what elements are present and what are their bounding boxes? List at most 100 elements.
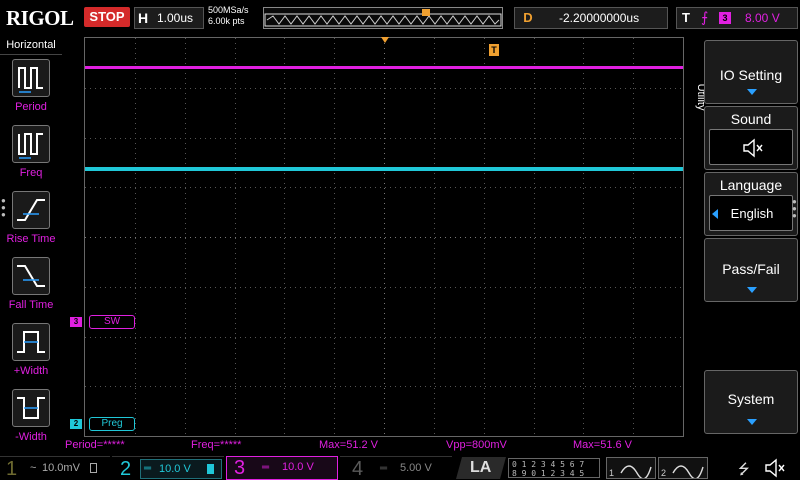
measure-negative-width[interactable]: -Width — [0, 389, 62, 455]
horizontal-measure-panel: Horizontal Period Freq ● ● ● Rise Time Fal… — [0, 37, 62, 456]
language-value: English — [730, 206, 774, 221]
chevron-down-icon — [747, 419, 757, 425]
utility-menu-panel: Utility IO Setting Sound Language Englis… — [686, 37, 800, 456]
waveform-display[interactable]: T SW Preg — [84, 37, 684, 437]
dc-coupling-icon: ═ — [262, 462, 270, 473]
measure-fall-time[interactable]: Fall Time — [0, 257, 62, 323]
delay-letter: D — [523, 10, 533, 25]
utility-tab[interactable]: Utility — [686, 61, 707, 131]
speaker-muted-icon — [743, 138, 763, 158]
brand-logo: RIGOL — [6, 6, 74, 30]
io-setting-label: IO Setting — [719, 67, 783, 83]
period-label: Period — [15, 101, 47, 113]
trigger-level: 8.00 V — [745, 11, 780, 25]
dc-coupling-icon: ═ — [380, 463, 388, 474]
utility-tab-label: Utility — [695, 84, 704, 111]
memory-overview-waveform — [264, 9, 502, 27]
memory-overview-bar[interactable] — [263, 7, 503, 29]
bandwidth-limit-icon — [90, 463, 97, 473]
rise-time-icon — [12, 191, 50, 229]
period-result[interactable]: Period=***** — [65, 439, 125, 451]
scroll-dots-right: ● ● ● — [792, 197, 797, 220]
io-setting-button[interactable]: IO Setting — [704, 40, 798, 104]
negative-width-label: -Width — [15, 431, 47, 443]
bandwidth-limit-icon — [207, 464, 214, 474]
ch2-scale-box: ═ 10.0 V — [140, 459, 222, 479]
system-button[interactable]: System — [704, 370, 798, 434]
math-wave-icon — [672, 465, 704, 478]
la-label: LA — [470, 459, 492, 476]
trigger-box[interactable]: T ⨍ 3 8.00 V — [676, 7, 798, 29]
ch1-scale: 10.0mV — [42, 462, 80, 474]
ch3-label-tag[interactable]: SW — [89, 315, 135, 329]
rising-edge-icon: ⨍ — [701, 9, 709, 25]
speaker-muted-icon — [765, 458, 785, 478]
measure-positive-width[interactable]: +Width — [0, 323, 62, 389]
acquisition-info: 500MSa/s 6.00k pts — [208, 5, 249, 27]
trigger-position-arrow — [381, 37, 389, 43]
max-result-1[interactable]: Max=51.2 V — [319, 439, 378, 451]
ch3-offset-marker[interactable]: 3 — [70, 317, 82, 327]
measurement-results: Period=***** Freq=***** Max=51.2 V Vpp=8… — [62, 437, 686, 455]
rise-time-label: Rise Time — [6, 233, 56, 245]
la-button[interactable]: LA — [456, 457, 506, 479]
top-status-bar: RIGOL STOP H 1.00us 500MSa/s 6.00k pts D… — [0, 0, 800, 36]
ch2-scale: 10.0 V — [159, 463, 191, 475]
memory-trigger-marker — [422, 9, 430, 16]
ch2-status[interactable]: 2 ═ 10.0 V — [112, 456, 224, 480]
period-icon — [12, 59, 50, 97]
freq-label: Freq — [19, 167, 43, 179]
max-result-2[interactable]: Max=51.6 V — [573, 439, 632, 451]
ch3-scale: 10.0 V — [282, 461, 314, 473]
memory-depth: 6.00k pts — [208, 16, 245, 26]
ch4-scale: 5.00 V — [400, 462, 432, 474]
chevron-down-icon — [747, 89, 757, 95]
measure-period[interactable]: Period — [0, 59, 62, 125]
system-label: System — [727, 391, 775, 407]
positive-width-icon — [12, 323, 50, 361]
pass-fail-label: Pass/Fail — [722, 261, 780, 277]
ch1-status[interactable]: 1 ~ 10.0mV — [0, 456, 110, 480]
timebase-value: 1.00us — [157, 11, 194, 25]
trigger-time-marker[interactable]: T — [489, 44, 499, 56]
graticule — [85, 38, 683, 436]
measure-rise-time[interactable]: Rise Time — [0, 191, 62, 257]
ch3-status[interactable]: 3 ═ 10.0 V — [226, 456, 338, 480]
horizontal-letter: H — [138, 10, 149, 26]
delay-value: -2.20000000us — [559, 11, 640, 25]
math2-button[interactable]: 2 — [658, 457, 708, 479]
sound-label: Sound — [730, 111, 772, 127]
ch2-offset-marker[interactable]: 2 — [70, 419, 82, 429]
ch3-number: 3 — [234, 457, 246, 479]
measure-freq[interactable]: Freq — [0, 125, 62, 191]
timebase-box[interactable]: H 1.00us — [134, 7, 204, 29]
trigger-source-badge: 3 — [719, 12, 731, 24]
trigger-letter: T — [682, 10, 690, 25]
ch2-trace — [85, 167, 683, 171]
digital-row-2: 8 9 0 1 2 3 4 5 — [512, 469, 585, 478]
sample-rate: 500MSa/s — [208, 5, 249, 15]
ch4-number: 4 — [352, 458, 364, 480]
language-setting[interactable]: Language English — [704, 172, 798, 236]
vpp-result[interactable]: Vpp=800mV — [446, 439, 507, 451]
math1-button[interactable]: 1 — [606, 457, 656, 479]
negative-width-icon — [12, 389, 50, 427]
language-select[interactable]: English — [709, 195, 793, 231]
digital-channel-map[interactable]: 0 1 2 3 4 5 6 7 8 9 0 1 2 3 4 5 — [508, 458, 600, 478]
math-wave-icon — [620, 465, 652, 478]
ch4-status[interactable]: 4 ═ 5.00 V — [340, 456, 452, 480]
fall-time-icon — [12, 257, 50, 295]
delay-box[interactable]: D -2.20000000us — [514, 7, 668, 29]
sound-toggle[interactable] — [709, 129, 793, 165]
ch2-label-tag[interactable]: Preg — [89, 417, 135, 431]
language-label: Language — [719, 177, 783, 193]
pass-fail-button[interactable]: Pass/Fail — [704, 238, 798, 302]
fall-time-label: Fall Time — [8, 299, 54, 311]
sound-setting[interactable]: Sound — [704, 106, 798, 170]
digital-row-1: 0 1 2 3 4 5 6 7 — [512, 460, 585, 469]
freq-result[interactable]: Freq=***** — [191, 439, 241, 451]
ac-coupling-icon: ~ — [30, 462, 37, 474]
usb-icon: ⭍ — [738, 461, 750, 477]
ch1-number: 1 — [6, 458, 18, 480]
run-stop-indicator[interactable]: STOP — [84, 7, 130, 27]
